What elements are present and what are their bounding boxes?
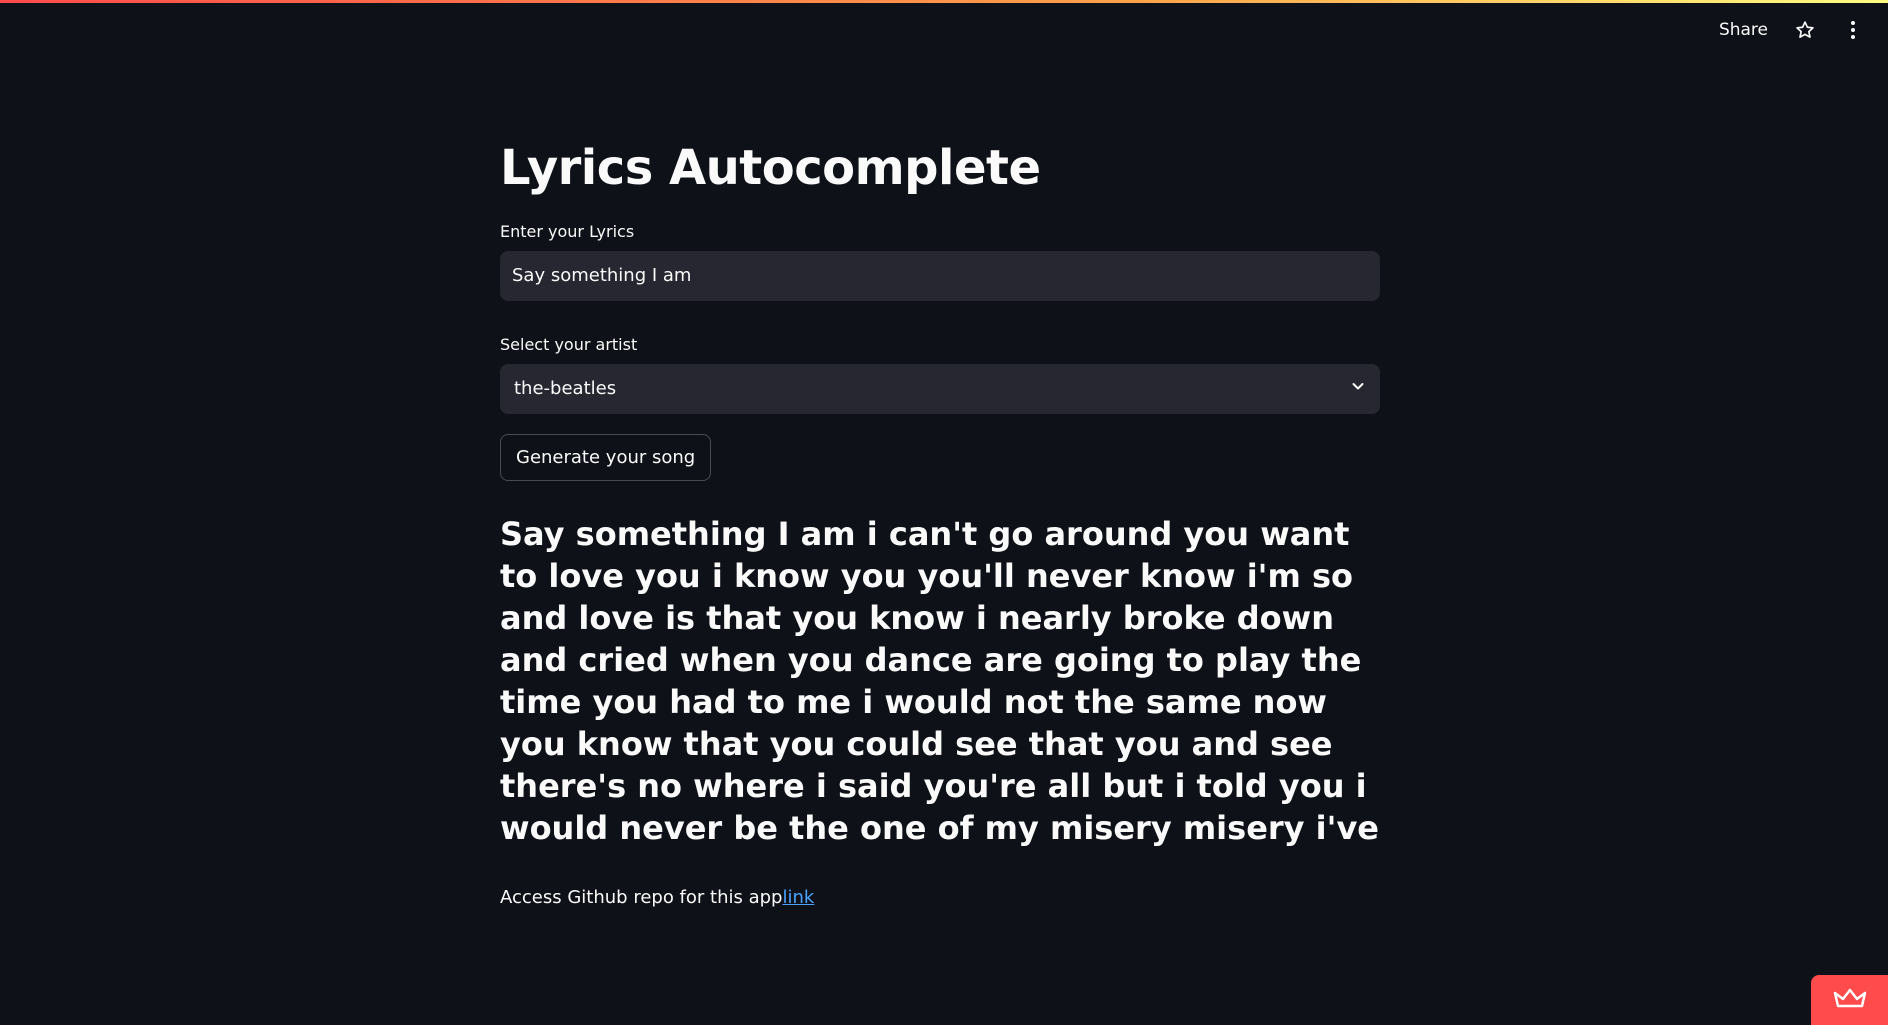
top-decoration-bar xyxy=(0,0,1888,3)
streamlit-badge[interactable] xyxy=(1811,975,1888,1025)
generated-lyrics: Say something I am i can't go around you… xyxy=(500,514,1379,847)
kebab-menu-icon[interactable] xyxy=(1842,19,1864,41)
crown-icon xyxy=(1833,987,1867,1013)
github-footer: Access Github repo for this applink xyxy=(500,887,1380,908)
main-content: Lyrics Autocomplete Enter your Lyrics Se… xyxy=(500,140,1380,908)
chevron-down-icon xyxy=(1350,378,1366,399)
github-link[interactable]: link xyxy=(782,887,814,908)
lyrics-input[interactable] xyxy=(500,250,1380,301)
artist-field-group: Select your artist the-beatles xyxy=(500,335,1380,414)
artist-select-value: the-beatles xyxy=(514,378,617,400)
artist-select-label: Select your artist xyxy=(500,334,638,354)
share-button[interactable]: Share xyxy=(1719,20,1768,40)
star-icon[interactable] xyxy=(1794,19,1816,41)
lyrics-field-group: Enter your Lyrics xyxy=(500,222,1380,301)
header-toolbar: Share xyxy=(1719,16,1864,44)
page-title: Lyrics Autocomplete xyxy=(500,140,1041,196)
footer-text: Access Github repo for this app xyxy=(500,886,783,908)
lyrics-input-label: Enter your Lyrics xyxy=(500,221,635,241)
artist-select[interactable]: the-beatles xyxy=(500,363,1380,414)
generate-song-button[interactable]: Generate your song xyxy=(500,433,712,481)
